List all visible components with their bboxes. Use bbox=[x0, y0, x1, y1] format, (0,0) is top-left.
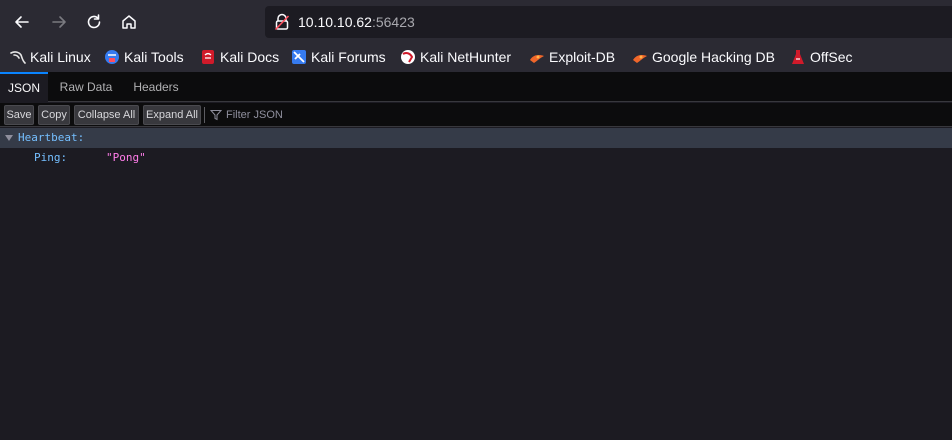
url-host: 10.10.10.62 bbox=[298, 14, 372, 30]
bookmark-label: Exploit-DB bbox=[549, 49, 616, 65]
kali-forums-icon bbox=[291, 49, 307, 65]
url-port: :56423 bbox=[371, 14, 415, 30]
forward-button[interactable] bbox=[44, 7, 74, 37]
kali-nethunter-icon bbox=[400, 49, 416, 65]
home-button[interactable] bbox=[114, 7, 144, 37]
navigation-toolbar: 10.10.10.62:56423 bbox=[0, 0, 952, 42]
url-text[interactable]: 10.10.10.62:56423 bbox=[298, 13, 415, 31]
bookmark-label: Google Hacking DB bbox=[652, 49, 775, 65]
reload-icon bbox=[87, 14, 101, 29]
google-hacking-db-icon bbox=[632, 49, 648, 65]
json-tree: Heartbeat: Ping: "Pong" bbox=[0, 128, 952, 440]
filter-icon bbox=[210, 109, 222, 121]
arrow-left-icon bbox=[15, 16, 29, 28]
save-button[interactable]: Save bbox=[4, 105, 34, 125]
expand-triangle-icon[interactable] bbox=[5, 135, 13, 141]
json-viewer-tabs: JSON Raw Data Headers bbox=[0, 72, 952, 102]
bookmark-label: Kali Docs bbox=[220, 49, 280, 65]
kali-docs-icon bbox=[200, 49, 216, 65]
tab-headers[interactable]: Headers bbox=[124, 72, 188, 102]
json-toolbar: Save Copy Collapse All Expand All bbox=[0, 103, 952, 127]
json-key: Ping: bbox=[34, 151, 68, 164]
back-button[interactable] bbox=[7, 7, 37, 37]
json-string-value: "Pong" bbox=[106, 151, 146, 164]
bookmark-kali-tools[interactable]: Kali Tools bbox=[104, 46, 184, 68]
bookmark-kali-forums[interactable]: Kali Forums bbox=[291, 46, 386, 68]
filter-json-box[interactable] bbox=[210, 105, 510, 125]
bookmark-label: Kali Linux bbox=[30, 49, 91, 65]
bookmark-label: Kali Forums bbox=[311, 49, 386, 65]
bookmark-kali-nethunter[interactable]: Kali NetHunter bbox=[400, 46, 511, 68]
copy-button[interactable]: Copy bbox=[38, 105, 70, 125]
tree-row-ping[interactable]: Ping: "Pong" bbox=[0, 148, 952, 168]
tree-row-heartbeat[interactable]: Heartbeat: bbox=[0, 128, 952, 148]
toolbar-divider bbox=[204, 107, 205, 123]
reload-button[interactable] bbox=[79, 7, 109, 37]
exploit-db-icon bbox=[529, 49, 545, 65]
kali-dragon-icon bbox=[10, 49, 26, 65]
bookmark-offsec[interactable]: OffSec bbox=[790, 46, 853, 68]
arrow-right-icon bbox=[52, 16, 66, 28]
bookmark-exploit-db[interactable]: Exploit-DB bbox=[529, 46, 615, 68]
bookmark-label: OffSec bbox=[810, 49, 853, 65]
home-icon bbox=[122, 15, 136, 29]
address-bar[interactable]: 10.10.10.62:56423 bbox=[265, 6, 952, 38]
bookmark-label: Kali Tools bbox=[124, 49, 184, 65]
bookmark-label: Kali NetHunter bbox=[420, 49, 512, 65]
offsec-icon bbox=[790, 49, 806, 65]
bookmark-kali-linux[interactable]: Kali Linux bbox=[10, 46, 91, 68]
bookmark-kali-docs[interactable]: Kali Docs bbox=[200, 46, 279, 68]
insecure-lock-icon[interactable] bbox=[274, 13, 290, 35]
expand-all-button[interactable]: Expand All bbox=[143, 105, 201, 125]
bookmark-google-hacking-db[interactable]: Google Hacking DB bbox=[632, 46, 775, 68]
bookmarks-toolbar: Kali Linux Kali Tools Kali Docs Kali For… bbox=[0, 42, 952, 72]
collapse-all-button[interactable]: Collapse All bbox=[74, 105, 139, 125]
json-key: Heartbeat: bbox=[18, 131, 85, 144]
tab-json[interactable]: JSON bbox=[0, 72, 48, 102]
filter-json-input[interactable] bbox=[226, 109, 486, 121]
kali-tools-icon bbox=[104, 49, 120, 65]
tab-raw-data[interactable]: Raw Data bbox=[52, 72, 120, 102]
